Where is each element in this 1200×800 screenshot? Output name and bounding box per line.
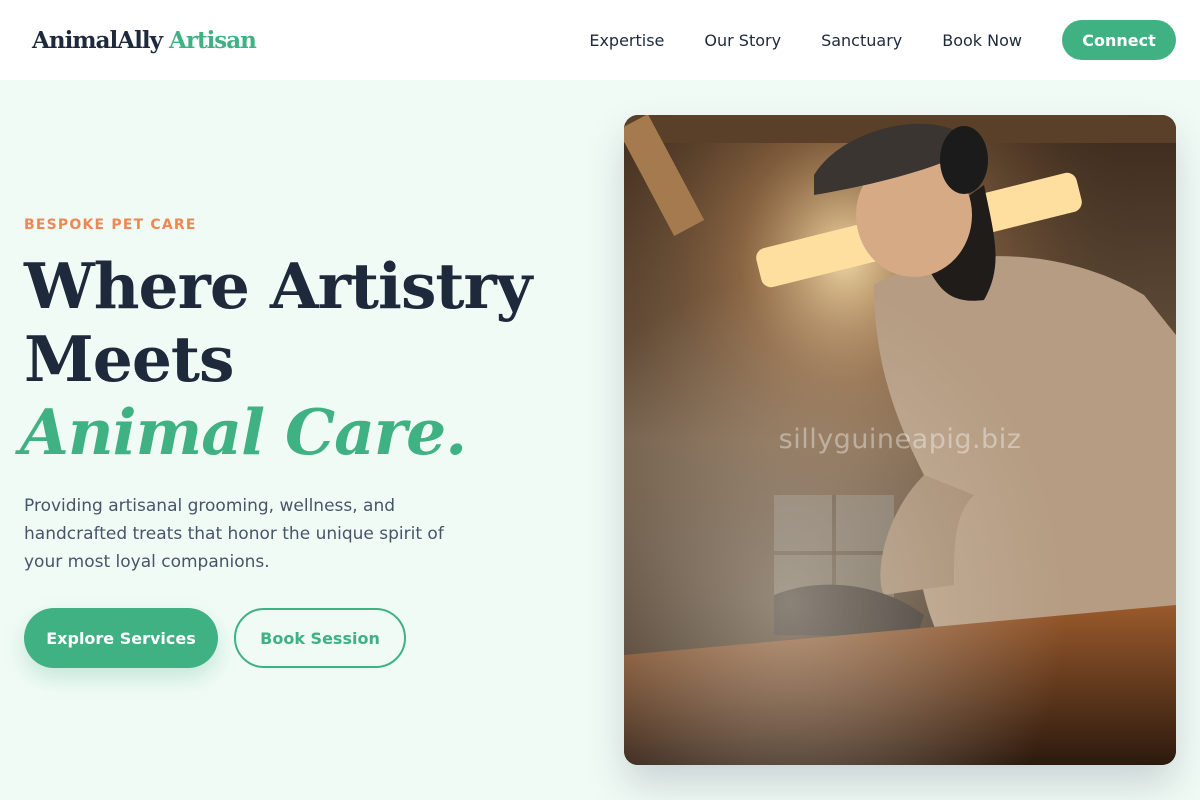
- image-watermark: sillyguineapig.biz: [778, 424, 1022, 455]
- nav-link-our-story[interactable]: Our Story: [704, 31, 781, 50]
- logo-accent-text: Artisan: [168, 26, 257, 54]
- explore-services-button[interactable]: Explore Services: [24, 608, 218, 668]
- connect-button[interactable]: Connect: [1062, 20, 1176, 60]
- hero-headline: Where Artistry Meets Animal Care.: [20, 249, 584, 469]
- brand-logo[interactable]: AnimalAlly Artisan: [32, 26, 257, 54]
- nav-link-book-now[interactable]: Book Now: [942, 31, 1022, 50]
- main-nav: Expertise Our Story Sanctuary Book Now C…: [589, 20, 1176, 60]
- hero-eyebrow: BESPOKE PET CARE: [24, 217, 197, 233]
- headline-line-2: Meets: [24, 322, 234, 396]
- headline-line-1: Where Artistry: [24, 249, 532, 323]
- site-header: AnimalAlly Artisan Expertise Our Story S…: [0, 0, 1200, 80]
- logo-main-text: AnimalAlly: [32, 26, 163, 54]
- hero-description: Providing artisanal grooming, wellness, …: [24, 496, 444, 572]
- nav-link-sanctuary[interactable]: Sanctuary: [821, 31, 902, 50]
- hero-photo: sillyguineapig.biz: [624, 115, 1176, 765]
- nav-link-expertise[interactable]: Expertise: [589, 31, 664, 50]
- book-session-button[interactable]: Book Session: [234, 608, 406, 668]
- headline-accent: Animal Care.: [20, 395, 467, 469]
